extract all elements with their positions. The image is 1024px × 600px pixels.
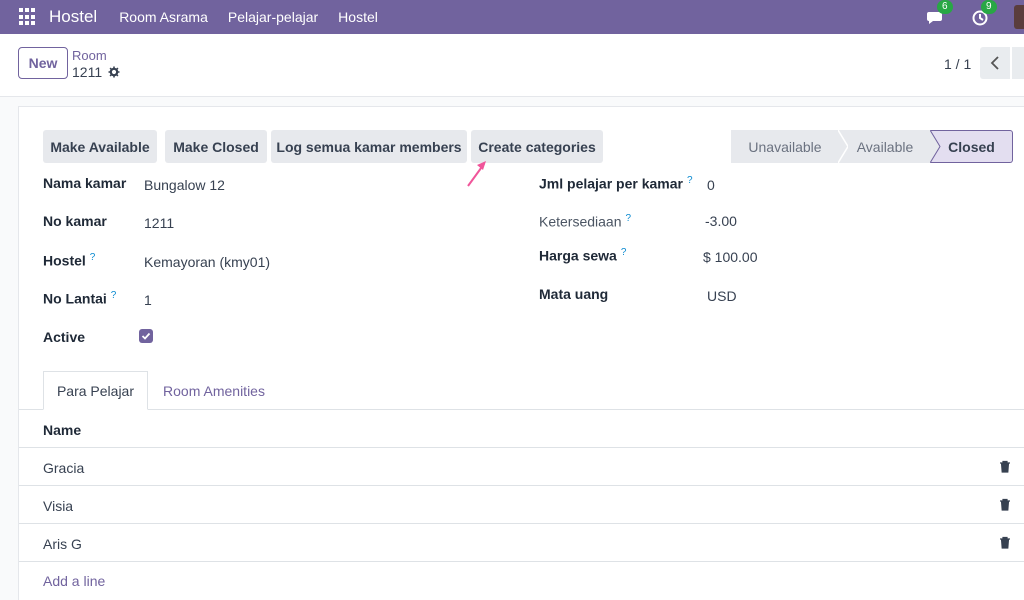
nama-kamar-field[interactable]: Bungalow 12	[144, 177, 225, 193]
tab-room-amenities[interactable]: Room Amenities	[149, 371, 279, 410]
status-bar: Unavailable Available Closed	[731, 130, 1013, 163]
harga-sewa-label: Harga sewa?	[539, 247, 626, 264]
form-sheet: Make Available Make Closed Log semua kam…	[18, 106, 1024, 600]
row-name[interactable]: Visia	[43, 498, 73, 514]
jml-pelajar-field[interactable]: 0	[707, 177, 715, 193]
help-icon[interactable]: ?	[687, 175, 693, 186]
column-name-header[interactable]: Name	[43, 422, 81, 438]
breadcrumb-current: 1211	[72, 64, 120, 80]
systray: 6 9	[926, 0, 1024, 34]
active-checkbox[interactable]	[139, 329, 153, 343]
gear-icon[interactable]	[108, 66, 120, 78]
breadcrumb-parent[interactable]: Room	[72, 48, 107, 63]
control-panel: New Room 1211 1 / 1	[0, 34, 1024, 97]
stage-label: Unavailable	[748, 138, 822, 155]
ketersediaan-label: Ketersediaan?	[539, 213, 631, 230]
row-name[interactable]: Aris G	[43, 536, 82, 552]
new-button[interactable]: New	[18, 47, 68, 79]
no-kamar-label: No kamar	[43, 213, 107, 229]
mata-uang-label: Mata uang	[539, 286, 609, 302]
activities-icon[interactable]: 9	[970, 0, 997, 27]
user-avatar[interactable]	[1014, 5, 1024, 29]
help-icon[interactable]: ?	[626, 213, 632, 224]
help-icon[interactable]: ?	[111, 290, 117, 301]
help-icon[interactable]: ?	[90, 252, 96, 263]
create-categories-button[interactable]: Create categories	[471, 130, 603, 163]
help-icon[interactable]: ?	[621, 247, 627, 258]
stage-closed[interactable]: Closed	[930, 130, 1013, 163]
add-line-link[interactable]: Add a line	[43, 573, 105, 589]
active-label: Active	[43, 329, 86, 345]
ketersediaan-field: -3.00	[705, 213, 737, 229]
check-icon	[141, 332, 151, 340]
list-header: Name	[19, 410, 1024, 448]
tab-label: Para Pelajar	[56, 382, 135, 399]
top-navbar: Hostel Room Asrama Pelajar-pelajar Hoste…	[0, 0, 1024, 34]
menu-room-asrama[interactable]: Room Asrama	[119, 9, 208, 25]
hostel-label: Hostel?	[43, 252, 95, 269]
messages-icon[interactable]: 6	[926, 0, 953, 27]
trash-icon[interactable]	[999, 460, 1011, 473]
no-lantai-label: No Lantai?	[43, 290, 116, 307]
apps-menu-icon[interactable]	[19, 8, 37, 26]
stage-unavailable[interactable]: Unavailable	[731, 130, 839, 163]
messages-badge: 6	[937, 0, 953, 14]
table-row[interactable]: Gracia	[19, 448, 1024, 486]
stage-label: Closed	[948, 138, 995, 155]
hostel-field[interactable]: Kemayoran (kmy01)	[144, 254, 270, 270]
app-brand[interactable]: Hostel	[49, 7, 97, 27]
make-available-button[interactable]: Make Available	[43, 130, 157, 163]
no-lantai-field[interactable]: 1	[144, 292, 152, 308]
trash-icon[interactable]	[999, 536, 1011, 549]
pager-value[interactable]: 1 / 1	[944, 56, 971, 72]
menu-hostel[interactable]: Hostel	[338, 9, 378, 25]
jml-pelajar-label-text: Jml pelajar per kamar	[539, 175, 683, 192]
activities-badge: 9	[981, 0, 997, 14]
row-name[interactable]: Gracia	[43, 460, 84, 476]
table-row[interactable]: Visia	[19, 486, 1024, 524]
tab-label: Room Amenities	[163, 382, 265, 399]
harga-sewa-field[interactable]: $ 100.00	[703, 249, 758, 265]
jml-pelajar-label: Jml pelajar per kamar?	[539, 175, 693, 192]
table-row[interactable]: Aris G	[19, 524, 1024, 562]
pager-next-button[interactable]	[1012, 47, 1024, 79]
make-closed-button[interactable]: Make Closed	[165, 130, 267, 163]
stage-separator	[838, 130, 848, 163]
harga-sewa-label-text: Harga sewa	[539, 247, 617, 264]
pager-previous-button[interactable]	[980, 47, 1010, 79]
tab-para-pelajar[interactable]: Para Pelajar	[43, 371, 148, 410]
menu-pelajar[interactable]: Pelajar-pelajar	[228, 9, 318, 25]
stage-separator	[930, 130, 941, 163]
record-name: 1211	[72, 64, 103, 80]
chevron-left-icon	[990, 56, 999, 70]
no-lantai-label-text: No Lantai	[43, 290, 107, 307]
mata-uang-field[interactable]: USD	[707, 288, 737, 304]
annotation-arrow-icon	[467, 161, 486, 187]
hostel-label-text: Hostel	[43, 252, 86, 269]
log-members-button[interactable]: Log semua kamar members	[271, 130, 467, 163]
stage-available[interactable]: Available	[838, 130, 931, 163]
nama-kamar-label: Nama kamar	[43, 175, 127, 191]
stage-label: Available	[856, 138, 914, 155]
no-kamar-field[interactable]: 1211	[144, 215, 174, 231]
trash-icon[interactable]	[999, 498, 1011, 511]
ketersediaan-label-text: Ketersediaan	[539, 213, 622, 230]
